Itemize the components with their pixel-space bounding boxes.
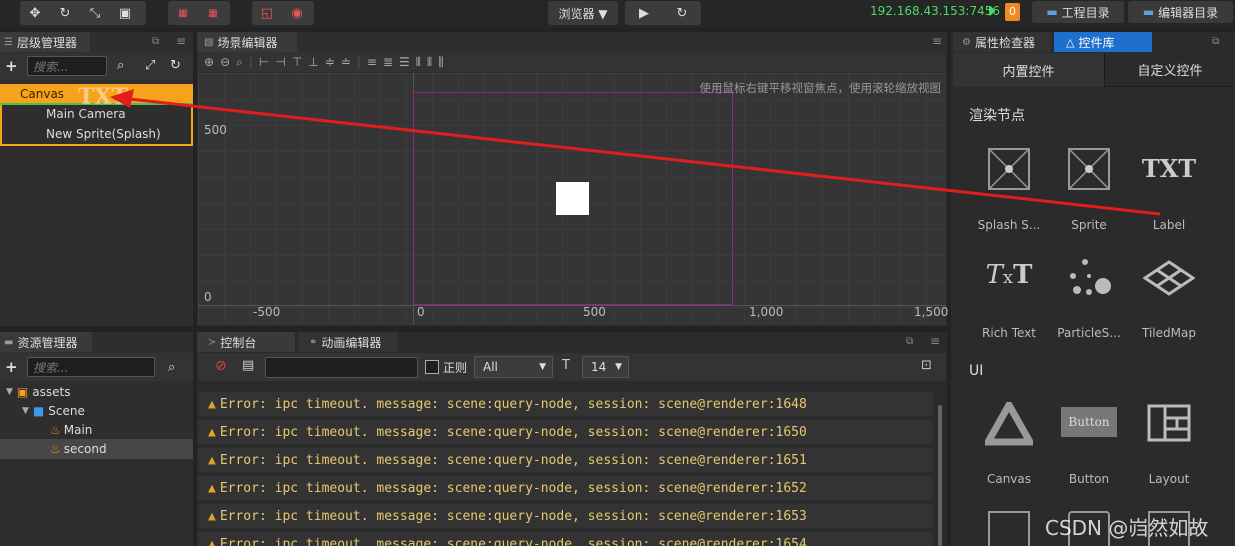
annotation-arrow [110, 89, 1161, 216]
editor-window: ✥ ↻ ⤡ ▣ ▦ ▦ ◱ ◉ 浏览器 ▼ ▶ ↻ 192.168.43.153… [0, 0, 1235, 546]
